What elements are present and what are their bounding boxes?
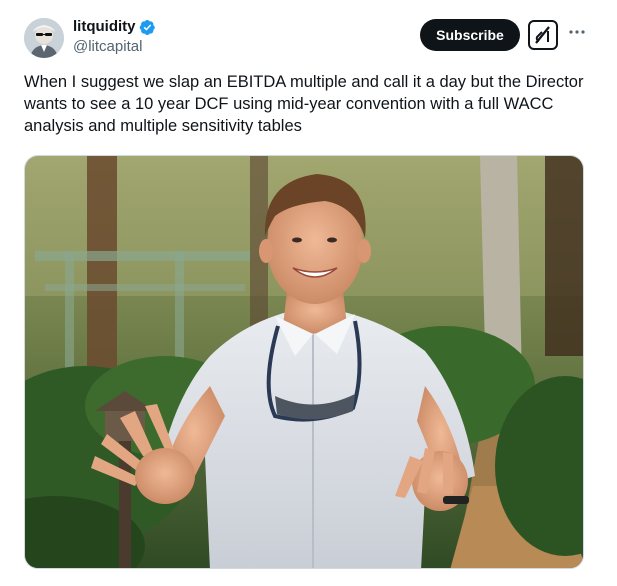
verified-badge-icon — [139, 19, 155, 35]
tweet-photo[interactable] — [24, 155, 584, 569]
subscribe-button[interactable]: Subscribe — [420, 19, 520, 51]
grok-icon — [535, 26, 550, 44]
avatar[interactable] — [24, 18, 64, 58]
handle[interactable]: @litcapital — [73, 38, 142, 56]
more-options-icon — [569, 30, 585, 34]
tweet-header: litquidity @litcapital Subscribe — [24, 16, 594, 60]
tweet-text: When I suggest we slap an EBITDA multipl… — [24, 73, 584, 135]
name-row: litquidity — [73, 18, 156, 36]
grok-button[interactable] — [528, 20, 558, 50]
photo-illustration — [25, 156, 583, 568]
display-name[interactable]: litquidity — [73, 18, 136, 36]
more-options-button[interactable] — [567, 22, 587, 42]
